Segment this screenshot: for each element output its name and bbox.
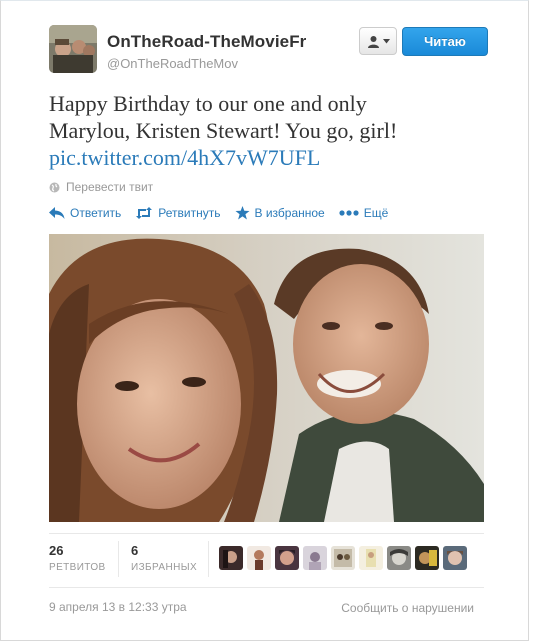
- retweets-label: РЕТВИТОВ: [49, 562, 106, 573]
- handle[interactable]: @OnTheRoadTheMov: [107, 56, 238, 71]
- retweet-icon: [136, 207, 153, 219]
- star-icon: [235, 206, 249, 220]
- user-menu-button[interactable]: [359, 27, 397, 55]
- stats-divider-top: [49, 533, 484, 534]
- translate-label: Перевести твит: [66, 180, 154, 194]
- retweets-stat[interactable]: 26 РЕТВИТОВ: [49, 543, 106, 573]
- favoriter-avatar[interactable]: [303, 546, 327, 570]
- retweet-action[interactable]: Ретвитнуть: [135, 206, 221, 220]
- favoriter-avatar[interactable]: [443, 546, 467, 570]
- stats-separator: [208, 541, 209, 577]
- reply-action[interactable]: Ответить: [49, 206, 121, 220]
- report-link[interactable]: Сообщить о нарушении: [341, 601, 474, 615]
- favorites-label: ИЗБРАННЫХ: [131, 562, 198, 573]
- stats-separator: [118, 541, 119, 577]
- favorite-action[interactable]: В избранное: [235, 206, 325, 220]
- display-name[interactable]: OnTheRoad-TheMovieFr: [107, 32, 306, 52]
- reply-icon: [49, 207, 65, 219]
- favorite-label: В избранное: [254, 206, 325, 220]
- favoriter-avatars: [219, 546, 467, 570]
- favoriter-avatar[interactable]: [331, 546, 355, 570]
- tweet-text: Happy Birthday to our one and only Maryl…: [49, 90, 469, 171]
- caret-down-icon: [382, 38, 390, 43]
- tweet-photo[interactable]: [49, 234, 484, 522]
- more-dots-icon: [339, 210, 359, 216]
- globe-icon: [49, 182, 60, 192]
- more-label: Ещё: [363, 206, 389, 220]
- favoriter-avatar[interactable]: [387, 546, 411, 570]
- more-action[interactable]: Ещё: [339, 206, 389, 220]
- favoriter-avatar[interactable]: [219, 546, 243, 570]
- tweet-text-line-2: Marylou, Kristen Stewart! You go, girl!: [49, 118, 398, 143]
- person-icon: [367, 35, 379, 48]
- tweet-media-link[interactable]: pic.twitter.com/4hX7vW7UFL: [49, 144, 469, 171]
- tweet-timestamp[interactable]: 9 апреля 13 в 12:33 утра: [49, 600, 187, 614]
- translate-tweet[interactable]: Перевести твит: [49, 180, 153, 194]
- tweet-actions: Ответить Ретвитнуть В избранное Ещё: [49, 206, 402, 220]
- avatar[interactable]: [49, 25, 97, 73]
- favoriter-avatar[interactable]: [359, 546, 383, 570]
- reply-label: Ответить: [70, 206, 122, 220]
- retweet-label: Ретвитнуть: [158, 206, 221, 220]
- favoriter-avatar[interactable]: [415, 546, 439, 570]
- follow-button[interactable]: Читаю: [402, 27, 488, 56]
- retweets-count: 26: [49, 543, 64, 558]
- favorites-count: 6: [131, 543, 139, 558]
- stats-divider-bottom: [49, 587, 484, 588]
- tweet-card: OnTheRoad-TheMovieFr @OnTheRoadTheMov Чи…: [0, 0, 529, 641]
- tweet-text-line-1: Happy Birthday to our one and only: [49, 91, 367, 116]
- favorites-stat[interactable]: 6 ИЗБРАННЫХ: [131, 543, 197, 573]
- favoriter-avatar[interactable]: [247, 546, 271, 570]
- favoriter-avatar[interactable]: [275, 546, 299, 570]
